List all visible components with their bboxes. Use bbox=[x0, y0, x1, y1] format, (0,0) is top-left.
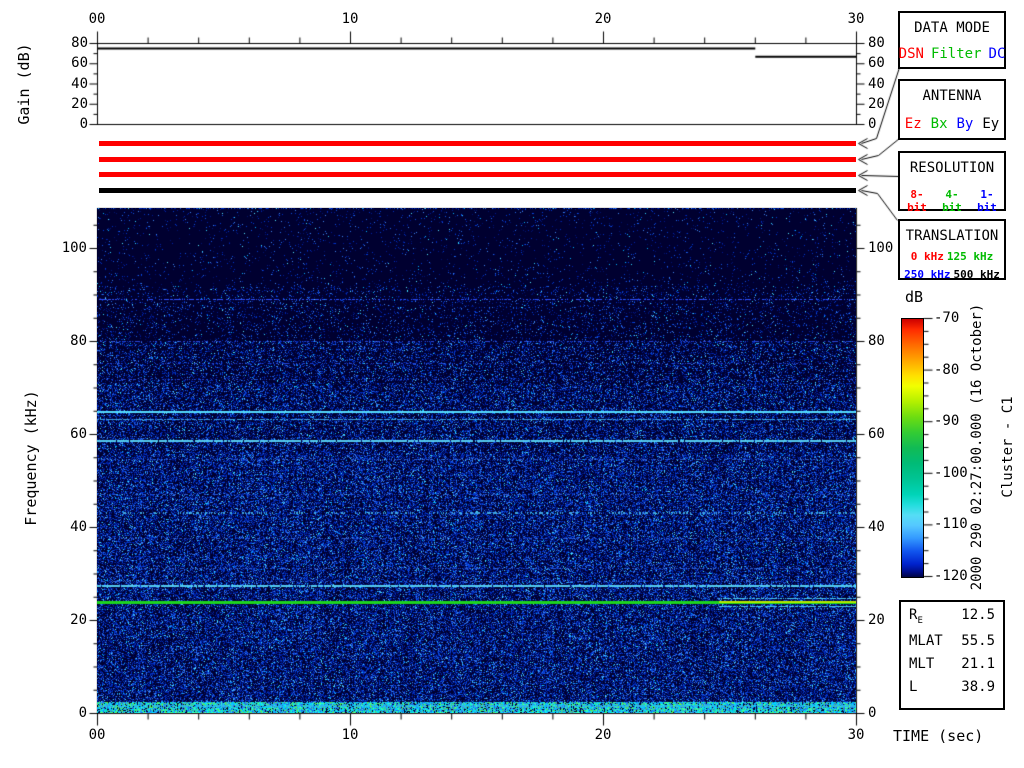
time-bottom-tick-label: 10 bbox=[341, 727, 359, 743]
gain-ytick-label-right: 0 bbox=[868, 116, 877, 132]
antenna-status-bar bbox=[99, 157, 856, 162]
freq-ytick-label-right: 60 bbox=[868, 425, 885, 442]
gain-ytick-label: 60 bbox=[71, 55, 88, 72]
freq-ytick-label-right: 40 bbox=[868, 518, 885, 535]
antenna-option-bx: Bx bbox=[930, 116, 948, 132]
colorbar-db-label: dB bbox=[905, 288, 924, 306]
l-value: 38.9 bbox=[961, 678, 995, 695]
colorbar-tick-label: -70 bbox=[934, 310, 960, 326]
colorbar-tick-label: -90 bbox=[934, 413, 960, 430]
time-top-tick-label: 20 bbox=[594, 11, 612, 27]
wbd-spectrogram-screen: Gain (dB) Frequency (kHz) DATA MODE DSN … bbox=[0, 0, 1024, 768]
re-label: RE bbox=[909, 607, 923, 626]
data-mode-status-bar bbox=[99, 141, 856, 146]
colorbar-tick-label: -110 bbox=[934, 516, 968, 533]
data-mode-option-dc: DC bbox=[988, 46, 1006, 62]
translation-option-125khz: 125 kHz bbox=[946, 250, 994, 263]
gain-ytick-label: 40 bbox=[71, 75, 88, 92]
ephemeris-panel: RE 12.5 MLAT 55.5 MLT 21.1 L 38.9 bbox=[899, 600, 1005, 710]
antenna-panel-title: ANTENNA bbox=[922, 88, 982, 104]
time-top-tick-label: 30 bbox=[847, 11, 865, 27]
datetime-annotation: 2000 290 02:27:00.000 (16 October) bbox=[969, 303, 985, 591]
time-axis-label: TIME (sec) bbox=[893, 727, 984, 745]
antenna-option-by: By bbox=[956, 116, 974, 132]
freq-ytick-label: 60 bbox=[70, 425, 87, 442]
translation-status-bar bbox=[99, 188, 856, 193]
translation-option-0khz: 0 kHz bbox=[910, 250, 944, 263]
spacecraft-annotation: Cluster - C1 bbox=[1000, 396, 1016, 498]
resolution-option-8bit: 8-bit bbox=[907, 188, 927, 214]
mlat-label: MLAT bbox=[909, 632, 943, 649]
antenna-panel: ANTENNA Ez Bx By Ey bbox=[898, 79, 1006, 140]
time-top-tick-label: 00 bbox=[88, 11, 106, 27]
ephemeris-row-mlt: MLT 21.1 bbox=[901, 651, 1003, 674]
freq-ytick-label: 20 bbox=[70, 611, 87, 628]
gain-ytick-label-right: 80 bbox=[868, 35, 885, 51]
colorbar-tick-label: -80 bbox=[934, 361, 960, 378]
resolution-option-4bit: 4-bit bbox=[942, 188, 962, 214]
ephemeris-row-re: RE 12.5 bbox=[901, 602, 1003, 628]
frequency-axis-label: Frequency (kHz) bbox=[22, 390, 40, 526]
gain-ytick-label-right: 40 bbox=[868, 75, 885, 92]
mlt-value: 21.1 bbox=[961, 655, 995, 672]
spectrogram-canvas bbox=[97, 208, 856, 713]
ephemeris-row-l: L 38.9 bbox=[901, 674, 1003, 697]
time-bottom-tick-label: 00 bbox=[88, 727, 106, 743]
translation-option-250khz: 250 kHz bbox=[904, 268, 951, 281]
l-label: L bbox=[909, 678, 918, 695]
freq-ytick-label-right: 20 bbox=[868, 611, 885, 628]
freq-ytick-label: 80 bbox=[70, 332, 87, 349]
freq-ytick-label-right: 0 bbox=[868, 705, 877, 721]
gain-ytick-label-right: 20 bbox=[868, 95, 885, 112]
resolution-panel: RESOLUTION 8-bit 4-bit 1-bit bbox=[898, 151, 1006, 214]
ephemeris-row-mlat: MLAT 55.5 bbox=[901, 628, 1003, 651]
data-mode-option-dsn: DSN bbox=[898, 46, 924, 62]
freq-ytick-label-right: 80 bbox=[868, 332, 885, 349]
translation-panel-title: TRANSLATION bbox=[905, 228, 999, 244]
colorbar-tick-label: -100 bbox=[934, 464, 968, 481]
freq-ytick-label: 100 bbox=[61, 239, 87, 256]
time-bottom-tick-label: 20 bbox=[594, 727, 612, 743]
time-top-tick-label: 10 bbox=[341, 11, 359, 27]
resolution-option-1bit: 1-bit bbox=[977, 188, 997, 214]
antenna-option-ez: Ez bbox=[904, 116, 922, 132]
antenna-option-ey: Ey bbox=[982, 116, 1000, 132]
data-mode-option-filter: Filter bbox=[930, 46, 982, 62]
gain-ytick-label: 80 bbox=[71, 35, 88, 51]
freq-ytick-label: 0 bbox=[78, 705, 87, 721]
colorbar-tick-label: -120 bbox=[934, 568, 968, 584]
data-mode-panel: DATA MODE DSN Filter DC bbox=[898, 11, 1006, 69]
resolution-panel-title: RESOLUTION bbox=[909, 160, 995, 176]
resolution-status-bar bbox=[99, 172, 856, 177]
translation-option-500khz: 500 kHz bbox=[953, 268, 1000, 281]
gain-ytick-label: 20 bbox=[71, 95, 88, 112]
data-mode-panel-title: DATA MODE bbox=[914, 20, 990, 36]
freq-ytick-label-right: 100 bbox=[868, 239, 894, 256]
freq-ytick-label: 40 bbox=[70, 518, 87, 535]
mlat-value: 55.5 bbox=[961, 632, 995, 649]
gain-ytick-label: 0 bbox=[79, 116, 88, 132]
mlt-label: MLT bbox=[909, 655, 935, 672]
colorbar bbox=[901, 318, 924, 578]
translation-panel: TRANSLATION 0 kHz 125 kHz 250 kHz 500 kH… bbox=[898, 219, 1006, 281]
time-bottom-tick-label: 30 bbox=[847, 727, 865, 743]
re-value: 12.5 bbox=[961, 607, 995, 623]
gain-ytick-label-right: 60 bbox=[868, 55, 885, 72]
